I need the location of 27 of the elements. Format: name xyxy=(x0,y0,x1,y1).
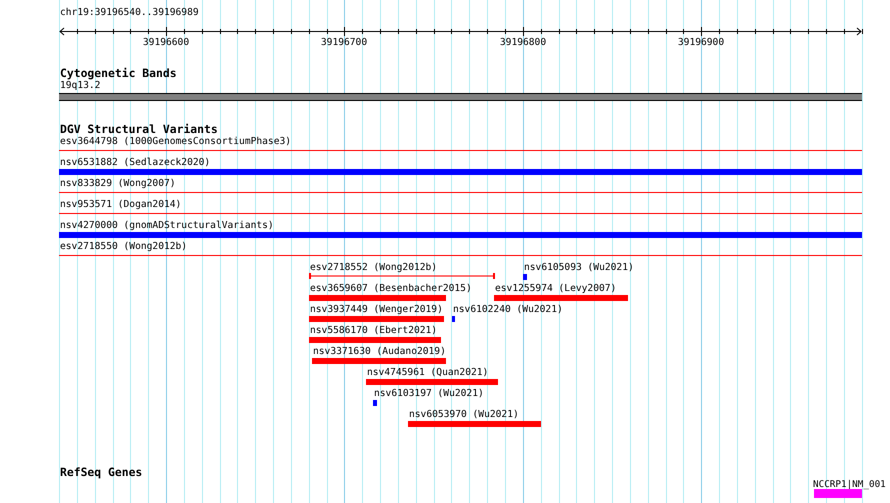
variant-label: esv1255974 (Levy2007) xyxy=(495,283,616,295)
variant-label: nsv3937449 (Wenger2019) xyxy=(310,304,443,316)
variant-label: nsv6531882 (Sedlazeck2020) xyxy=(60,157,210,169)
variant-label: esv3644798 (1000GenomesConsortiumPhase3) xyxy=(60,136,292,148)
tick-label: 39196800 xyxy=(500,37,546,48)
track-title: RefSeq Genes xyxy=(60,465,142,479)
variant-label: nsv953571 (Dogan2014) xyxy=(60,199,182,211)
variant-label: nsv5586170 (Ebert2021) xyxy=(310,325,438,337)
variant-label: nsv3371630 (Audano2019) xyxy=(313,346,446,358)
tick-label: 39196600 xyxy=(142,37,190,48)
variant-label: nsv6103197 (Wu2021) xyxy=(374,388,484,400)
track-title: DGV Structural Variants xyxy=(60,122,218,136)
track-title: Cytogenetic Bands xyxy=(60,66,177,80)
variant-label: nsv6053970 (Wu2021) xyxy=(409,409,519,421)
variant-label: esv2718550 (Wong2012b) xyxy=(60,241,188,253)
location-label: chr19:39196540..39196989 xyxy=(60,6,199,20)
tick-label: 39196700 xyxy=(320,37,368,48)
gene-label: NCCRP1|NM_001 xyxy=(813,479,886,491)
variant-label: nsv6102240 (Wu2021) xyxy=(453,304,563,316)
variant-label: esv2718552 (Wong2012b) xyxy=(310,262,438,274)
tick-label: 39196900 xyxy=(678,37,724,48)
band-label: 19q13.2 xyxy=(60,80,100,92)
variant-label: nsv4745961 (Quan2021) xyxy=(367,367,488,379)
variant-label: nsv4270000 (gnomADStructuralVariants) xyxy=(60,220,274,232)
variant-label: nsv833829 (Wong2007) xyxy=(60,178,176,190)
variant-label: nsv6105093 (Wu2021) xyxy=(524,262,634,274)
variant-label: esv3659607 (Besenbacher2015) xyxy=(310,283,472,295)
